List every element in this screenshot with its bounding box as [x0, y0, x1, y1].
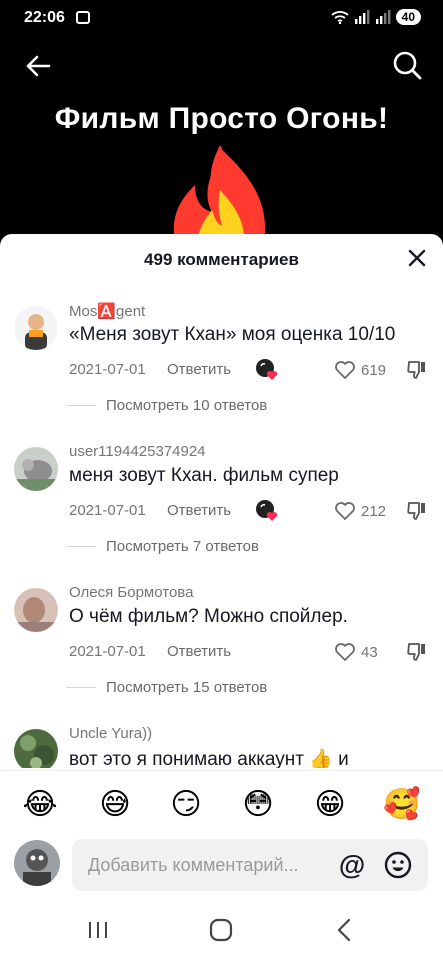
creator-liked-icon — [256, 359, 278, 380]
emoji-icon[interactable] — [384, 851, 412, 879]
comment-username[interactable]: Mos🅰️gent — [69, 302, 145, 320]
wifi-icon — [331, 11, 349, 24]
mention-button[interactable]: @ — [338, 851, 366, 879]
comment-item: Олеся Бормотова О чём фильм? Можно спойл… — [0, 578, 443, 719]
comment-text: «Меня зовут Кхан» моя оценка 10/10 — [69, 324, 396, 345]
system-nav-bar — [0, 898, 443, 960]
status-time: 22:06 — [24, 9, 65, 26]
comment-item: user1194425374924 меня зовут Кхан. фильм… — [0, 437, 443, 578]
view-replies-button[interactable]: Посмотреть 7 ответов — [66, 535, 259, 557]
like-count: 43 — [361, 643, 378, 661]
dislike-icon[interactable] — [406, 641, 428, 663]
comment-input-box: @ — [72, 839, 428, 891]
comment-text: О чём фильм? Можно спойлер. — [69, 606, 348, 627]
emoji-bar: 😂 😅 😏 😳 😁 🥰 — [0, 770, 443, 836]
comment-date: 2021-07-01 — [69, 643, 146, 660]
system-icons: 40 — [331, 9, 421, 25]
view-replies-label: Посмотреть 7 ответов — [106, 537, 259, 555]
dislike-icon[interactable] — [406, 359, 428, 381]
recents-icon[interactable] — [84, 916, 112, 944]
comment-meta: 2021-07-01 Ответить 619 — [69, 358, 429, 382]
screenshot-icon — [76, 11, 90, 24]
battery-badge: 40 — [395, 9, 421, 25]
video-title: Фильм Просто Огонь! — [54, 102, 389, 135]
dislike-icon[interactable] — [406, 500, 428, 522]
divider — [66, 545, 96, 547]
reply-button[interactable]: Ответить — [167, 643, 231, 660]
view-replies-button[interactable]: Посмотреть 15 ответов — [66, 676, 267, 698]
emoji-option[interactable]: 😅 — [97, 787, 133, 823]
heart-icon — [335, 502, 355, 520]
view-replies-label: Посмотреть 15 ответов — [106, 678, 268, 696]
emoji-option[interactable]: 😂 — [22, 787, 58, 823]
back-nav-icon[interactable] — [331, 916, 359, 944]
close-icon[interactable] — [407, 248, 427, 268]
comment-username[interactable]: Uncle Yura)) — [69, 725, 152, 742]
comment-input-row: @ — [0, 836, 443, 898]
like-button[interactable]: 43 — [334, 640, 378, 664]
heart-icon — [335, 643, 355, 661]
status-bar: 22:06 40 — [0, 0, 443, 36]
home-icon[interactable] — [207, 916, 235, 944]
avatar[interactable] — [14, 447, 58, 491]
emoji-option[interactable]: 😏 — [168, 787, 204, 823]
comments-sheet: 499 комментариев Mos🅰️gent «Меня зовут К… — [0, 234, 443, 960]
emoji-option[interactable]: 😁 — [312, 787, 348, 823]
avatar[interactable] — [14, 729, 58, 768]
signal-icon-2 — [375, 10, 391, 24]
comment-meta: 2021-07-01 Ответить 212 — [69, 499, 429, 523]
signal-icon — [354, 10, 370, 24]
emoji-option[interactable]: 😳 — [240, 787, 276, 823]
comment-username[interactable]: Олеся Бормотова — [69, 584, 193, 601]
back-arrow-icon[interactable] — [22, 50, 54, 82]
like-count: 619 — [361, 361, 387, 379]
avatar[interactable] — [14, 588, 58, 632]
comment-text: вот это я понимаю аккаунт 👍 и — [69, 749, 349, 768]
comment-item: Uncle Yura)) вот это я понимаю аккаунт 👍… — [0, 719, 443, 768]
like-button[interactable]: 619 — [334, 358, 386, 382]
view-replies-button[interactable]: Посмотреть 10 ответов — [66, 394, 267, 416]
reply-button[interactable]: Ответить — [167, 361, 231, 378]
comment-item: Mos🅰️gent «Меня зовут Кхан» моя оценка 1… — [0, 296, 443, 437]
like-count: 212 — [361, 502, 387, 520]
comment-input[interactable] — [88, 839, 328, 891]
creator-liked-icon — [256, 500, 278, 521]
like-button[interactable]: 212 — [334, 499, 386, 523]
comment-date: 2021-07-01 — [69, 361, 146, 378]
fire-icon — [173, 145, 265, 246]
comment-meta: 2021-07-01 Ответить 43 — [69, 640, 429, 664]
divider — [66, 404, 96, 406]
divider — [66, 686, 96, 688]
emoji-option[interactable]: 🥰 — [383, 787, 420, 823]
comments-list[interactable]: Mos🅰️gent «Меня зовут Кхан» моя оценка 1… — [0, 296, 443, 768]
video-background: Фильм Просто Огонь! — [0, 36, 443, 246]
reply-button[interactable]: Ответить — [167, 502, 231, 519]
comment-username[interactable]: user1194425374924 — [69, 443, 206, 460]
heart-icon — [335, 361, 355, 379]
comment-date: 2021-07-01 — [69, 502, 146, 519]
view-replies-label: Посмотреть 10 ответов — [106, 396, 268, 414]
comments-count: 499 комментариев — [144, 250, 299, 269]
search-icon[interactable] — [391, 49, 423, 81]
current-user-avatar[interactable] — [14, 840, 60, 886]
comments-header: 499 комментариев — [0, 234, 443, 284]
comment-text: меня зовут Кхан. фильм супер — [69, 465, 339, 486]
avatar[interactable] — [14, 306, 58, 350]
